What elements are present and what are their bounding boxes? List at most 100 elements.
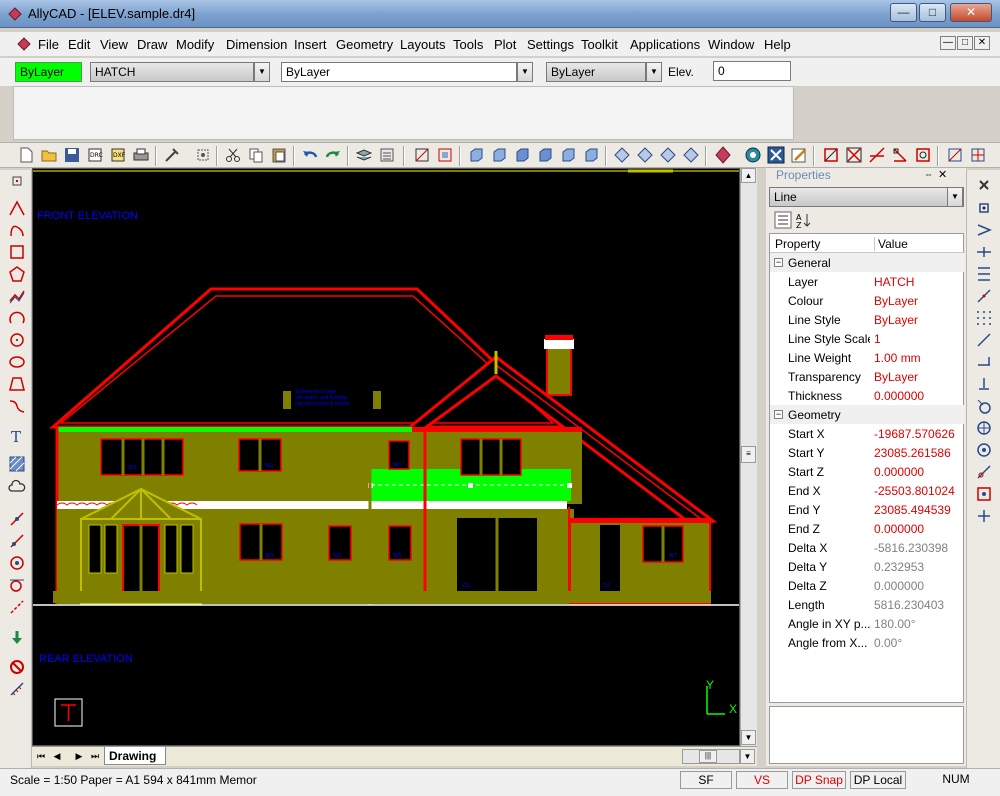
property-value[interactable]: ByLayer xyxy=(874,370,918,384)
menu-dimension[interactable]: Dimension xyxy=(226,37,287,52)
property-row[interactable]: Delta X -5816.230398 xyxy=(770,538,965,557)
prev-sheet-button[interactable]: ◀ xyxy=(50,749,64,764)
first-sheet-button[interactable]: ⏮ xyxy=(34,749,48,764)
multiline-icon[interactable] xyxy=(8,287,26,305)
property-value[interactable]: -25503.801024 xyxy=(874,484,955,498)
snap-relative-icon[interactable] xyxy=(975,507,993,525)
property-row[interactable]: Layer HATCH xyxy=(770,272,965,291)
scroll-down-button[interactable]: ▼ xyxy=(741,730,756,745)
property-value[interactable]: 0.000000 xyxy=(874,465,924,479)
hscroll-thumb[interactable]: ||| xyxy=(699,750,717,763)
snap-tangent-icon[interactable] xyxy=(8,576,26,594)
vs-toggle[interactable]: VS xyxy=(736,771,788,789)
dp-local-toggle[interactable]: DP Local xyxy=(850,771,906,789)
layer-dropdown-button[interactable]: ▼ xyxy=(254,62,270,82)
collapse-icon[interactable]: − xyxy=(774,410,783,419)
close-button[interactable]: ✕ xyxy=(950,3,992,22)
property-row[interactable]: Line Style Scale 1 xyxy=(770,329,965,348)
lineweight-combo[interactable]: ByLayer xyxy=(546,62,646,82)
scroll-thumb[interactable]: ≡ xyxy=(741,446,756,463)
property-value[interactable]: HATCH xyxy=(874,275,914,289)
property-value[interactable]: 23085.261586 xyxy=(874,446,951,460)
panel-menu-icon[interactable]: ✕ xyxy=(938,168,947,181)
sf-toggle[interactable]: SF xyxy=(680,771,732,789)
trapezoid-icon[interactable] xyxy=(8,375,26,393)
cut-icon[interactable] xyxy=(224,146,242,164)
edit-properties-icon[interactable] xyxy=(790,146,808,164)
layers-icon[interactable] xyxy=(355,146,373,164)
snap-nearest-point-icon[interactable] xyxy=(975,463,993,481)
scroll-down-end-button[interactable]: ▼ xyxy=(740,749,755,764)
snap-point-icon[interactable] xyxy=(8,510,26,528)
view-3d-right-icon[interactable] xyxy=(536,146,554,164)
iso-view-1-icon[interactable] xyxy=(613,146,631,164)
snap-midpoint-icon[interactable] xyxy=(845,146,863,164)
snap-perpendicular-icon[interactable] xyxy=(891,146,909,164)
render-icon[interactable] xyxy=(714,146,732,164)
collapse-icon[interactable]: − xyxy=(774,258,783,267)
categorized-view-icon[interactable] xyxy=(774,211,792,229)
menu-edit[interactable]: Edit xyxy=(68,37,90,52)
snap-quadrant-icon[interactable] xyxy=(8,598,26,616)
snap-line-icon[interactable] xyxy=(8,532,26,550)
snap-intersection-icon[interactable] xyxy=(868,146,886,164)
properties-toggle-icon[interactable] xyxy=(767,146,785,164)
paste-icon[interactable] xyxy=(270,146,288,164)
menu-toolkit[interactable]: Toolkit xyxy=(581,37,618,52)
menu-layouts[interactable]: Layouts xyxy=(400,37,446,52)
layer-manager-icon[interactable] xyxy=(378,146,396,164)
property-row[interactable]: Length 5816.230403 xyxy=(770,595,965,614)
property-row[interactable]: Start Y 23085.261586 xyxy=(770,443,965,462)
property-value[interactable]: 23085.494539 xyxy=(874,503,951,517)
menu-tools[interactable]: Tools xyxy=(453,37,483,52)
circle-icon[interactable] xyxy=(8,331,26,349)
property-value[interactable]: 1.00 mm xyxy=(874,351,921,365)
spline-icon[interactable] xyxy=(8,397,26,415)
menu-insert[interactable]: Insert xyxy=(294,37,327,52)
property-value[interactable]: -5816.230398 xyxy=(874,541,948,555)
property-row[interactable]: Line Weight 1.00 mm xyxy=(770,348,965,367)
print-icon[interactable] xyxy=(132,146,150,164)
property-row[interactable]: Start X -19687.570626 xyxy=(770,424,965,443)
orbit-icon[interactable] xyxy=(744,146,762,164)
snap-mid-icon[interactable] xyxy=(975,243,993,261)
minimize-button[interactable]: — xyxy=(890,3,917,22)
scroll-up-button[interactable]: ▲ xyxy=(741,168,756,183)
save-icon[interactable] xyxy=(63,146,81,164)
redo-icon[interactable] xyxy=(324,146,342,164)
elev-input[interactable]: 0 xyxy=(713,61,791,81)
dxf-icon[interactable]: DXF xyxy=(109,146,127,164)
dp-snap-toggle[interactable]: DP Snap xyxy=(792,771,846,789)
iso-view-2-icon[interactable] xyxy=(636,146,654,164)
open-folder-icon[interactable] xyxy=(40,146,58,164)
snap-free-icon[interactable] xyxy=(975,199,993,217)
property-row[interactable]: Delta Z 0.000000 xyxy=(770,576,965,595)
undo-icon[interactable] xyxy=(301,146,319,164)
property-row[interactable]: Thickness 0.000000 xyxy=(770,386,965,405)
property-value[interactable]: 0.000000 xyxy=(874,522,924,536)
property-row[interactable]: Transparency ByLayer xyxy=(770,367,965,386)
drawing-canvas[interactable]: W1 W2 W3 W4 W5 W6 W7 D1 D2 FRONT ELEVATION REA… xyxy=(32,168,740,746)
polyline-icon[interactable] xyxy=(8,221,26,239)
view-3d-back-icon[interactable] xyxy=(490,146,508,164)
menu-view[interactable]: View xyxy=(100,37,128,52)
measure-icon[interactable] xyxy=(8,680,26,698)
property-row[interactable]: End Y 23085.494539 xyxy=(770,500,965,519)
zoom-extents-icon[interactable] xyxy=(436,146,454,164)
property-row[interactable]: Angle in XY p... 180.00° xyxy=(770,614,965,633)
snap-grid-icon[interactable] xyxy=(969,146,987,164)
property-value[interactable]: 1 xyxy=(874,332,881,346)
delete-icon[interactable] xyxy=(8,658,26,676)
property-row[interactable]: Start Z 0.000000 xyxy=(770,462,965,481)
menu-modify[interactable]: Modify xyxy=(176,37,214,52)
property-value[interactable]: 180.00° xyxy=(874,617,916,631)
new-file-icon[interactable] xyxy=(17,146,35,164)
drawing-vertical-scrollbar[interactable]: ▲ ≡ ▼ xyxy=(740,168,757,746)
arc-icon[interactable] xyxy=(8,309,26,327)
property-value[interactable]: 0.00° xyxy=(874,636,902,650)
last-sheet-button[interactable]: ⏭ xyxy=(88,749,102,764)
move-down-icon[interactable] xyxy=(8,628,26,646)
property-section-general[interactable]: − General xyxy=(770,253,965,272)
menu-applications[interactable]: Applications xyxy=(630,37,700,52)
property-value[interactable]: 0.000000 xyxy=(874,389,924,403)
